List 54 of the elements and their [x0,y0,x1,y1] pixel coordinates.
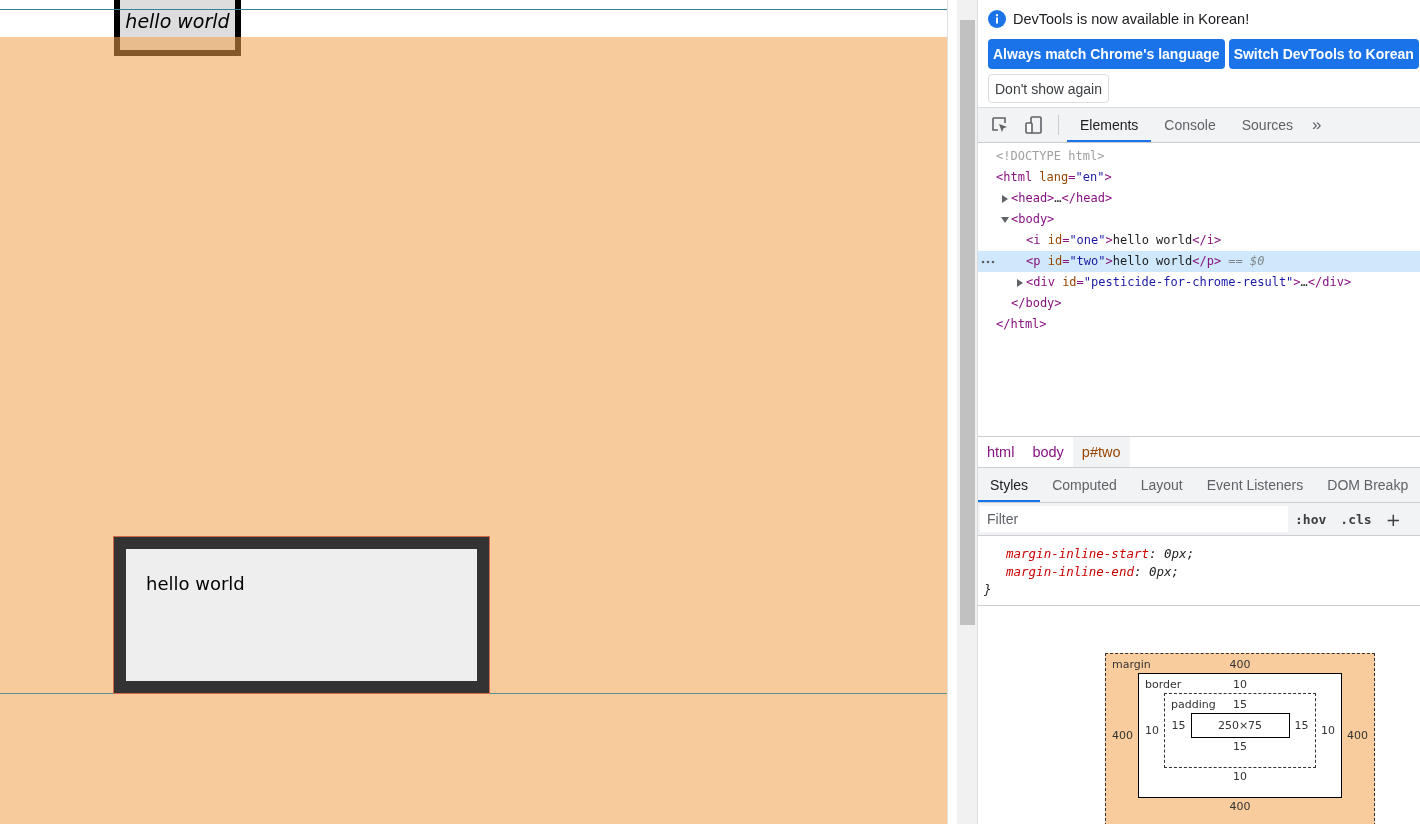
box-value: 15 [1171,719,1186,732]
css-declaration[interactable]: margin-inline-end: 0px; [984,563,1420,581]
sidebar-tab[interactable]: DOM Breakp [1315,468,1420,502]
paragraph-text: hello world [146,573,245,594]
dom-node[interactable]: <html lang="en"> [996,167,1112,188]
box-value: 10 [1233,678,1247,691]
sidebar-tab[interactable]: Computed [1040,468,1129,502]
infobar-button[interactable]: Don't show again [988,74,1109,103]
dom-node[interactable]: </html> [996,314,1047,335]
dom-node[interactable]: <div id="pesticide-for-chrome-result">…</div> [1026,272,1352,293]
infobar-button[interactable]: Switch DevTools to Korean [1228,39,1419,69]
breadcrumb[interactable]: body [1023,437,1073,467]
box-value: 400 [1229,800,1251,813]
box-value: 400 [1112,729,1133,742]
dom-node[interactable]: </body> [1011,293,1062,314]
panel-tab[interactable]: Elements [1067,108,1152,142]
scrollbar-thumb[interactable] [959,20,975,625]
box-label: padding [1171,698,1216,711]
css-declaration[interactable]: margin-inline-start: 0px; [984,545,1420,563]
filter-field[interactable]: Filter [980,506,1288,532]
box-label: border [1145,678,1182,691]
box-value: 400 [1347,729,1368,742]
box-label: margin [1112,658,1151,671]
content-box: 250×75 [1190,713,1290,738]
box-value: 400 [1229,658,1251,671]
panel-tab[interactable]: Sources [1228,108,1307,142]
toolbar-button[interactable]: :hov [1288,511,1334,527]
box-value: 15 [1294,719,1309,732]
infobar-button[interactable]: Always match Chrome's language [988,39,1225,69]
collapsed-arrow-icon[interactable] [1001,194,1009,203]
box-value: 10 [1233,770,1247,783]
box-value: 10 [1145,724,1159,737]
box-value: 15 [1233,698,1247,711]
info-message: DevTools is now available in Korean! [1013,11,1250,27]
dom-node[interactable]: <body> [1011,209,1055,230]
dom-node[interactable]: <i id="one">hello world</i> [1026,230,1222,251]
collapsed-arrow-icon[interactable] [1016,278,1024,287]
panel-tab[interactable]: Console [1151,108,1229,142]
info-icon [988,10,1006,28]
box-value: 10 [1321,724,1335,737]
breadcrumb[interactable]: p#two [1072,437,1130,467]
device-icon[interactable] [1024,115,1044,135]
more-dots-icon[interactable] [981,260,995,264]
toolbar-button[interactable]: .cls [1333,511,1379,527]
italic-text: hello world [125,10,230,32]
expanded-arrow-icon[interactable] [1001,215,1009,224]
sidebar-tab[interactable]: Event Listeners [1194,468,1316,502]
more-tabs[interactable]: » [1312,115,1322,135]
toolbar-button[interactable]: + [1378,508,1408,530]
box-value: 15 [1233,740,1247,753]
rule-brace: } [984,581,993,599]
breadcrumb[interactable]: html [978,437,1024,467]
dom-node[interactable]: <head>…</head> [1011,188,1113,209]
sidebar-tab[interactable]: Layout [1128,468,1195,502]
